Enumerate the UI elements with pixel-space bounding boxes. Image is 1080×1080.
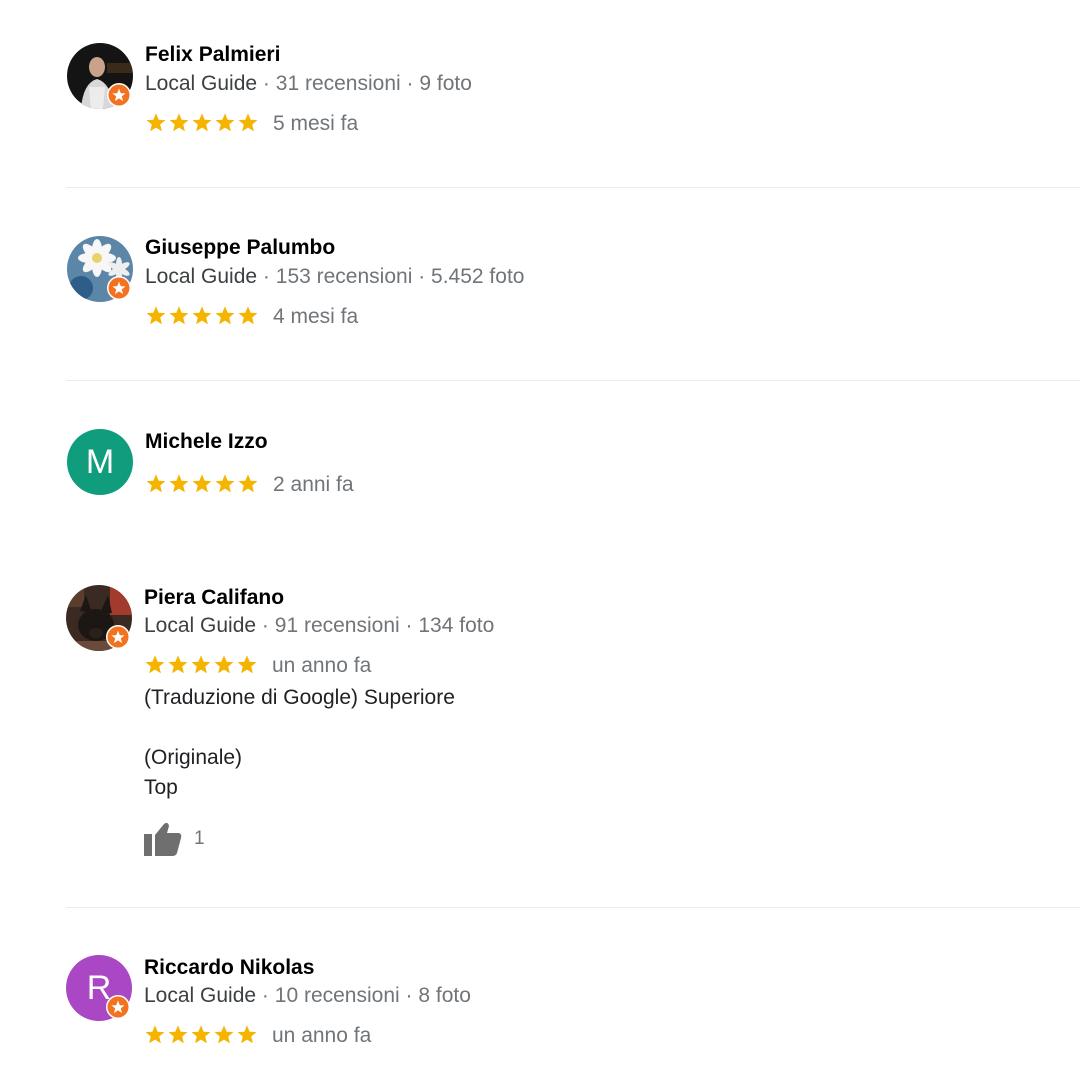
review-date: un anno fa (272, 1024, 372, 1047)
star-icon (215, 306, 235, 325)
reviewer-meta[interactable]: Local Guide · 91 recensioni · 134 foto (144, 613, 494, 639)
local-guide-badge-icon (107, 83, 131, 107)
separator-dot: · (262, 265, 270, 288)
avatar-letter[interactable]: M (67, 429, 133, 495)
star-icon (145, 655, 165, 674)
star-icon (215, 113, 235, 132)
divider (66, 380, 1080, 381)
star-icon (237, 655, 257, 674)
star-icon (237, 1025, 257, 1044)
separator-dot: · (261, 614, 269, 637)
reviewer-name[interactable]: Michele Izzo (145, 429, 268, 455)
star-icon (238, 113, 258, 132)
local-guide-label: Local Guide (145, 265, 258, 288)
review-translated-text: (Traduzione di Google) Superiore (144, 686, 455, 709)
review-count: 10 recensioni (274, 984, 400, 1007)
reviewer-name[interactable]: Giuseppe Palumbo (145, 235, 335, 261)
separator-dot: · (405, 614, 413, 637)
star-icon (168, 655, 188, 674)
star-icon (214, 1025, 234, 1044)
review-date: 4 mesi fa (273, 305, 359, 328)
star-icon (214, 655, 234, 674)
star-icon (215, 474, 235, 493)
original-label: (Originale) (144, 746, 243, 769)
separator-dot: · (406, 72, 414, 95)
star-icon (168, 1025, 188, 1044)
star-icon (146, 113, 166, 132)
local-guide-label: Local Guide (145, 72, 258, 95)
thumbs-up-icon (144, 822, 182, 856)
local-guide-badge-icon (107, 276, 131, 300)
star-icon (169, 113, 189, 132)
reviewer-name[interactable]: Felix Palmieri (145, 42, 280, 68)
separator-dot: · (418, 265, 426, 288)
local-guide-label: Local Guide (144, 614, 257, 637)
star-icon (146, 474, 166, 493)
like-button[interactable]: 1 (144, 822, 205, 856)
review-original-text: Top (144, 776, 178, 799)
star-icon (191, 1025, 211, 1044)
star-icon (192, 474, 212, 493)
star-rating (144, 652, 259, 678)
photo-count: 5.452 foto (431, 265, 525, 288)
reviewer-name[interactable]: Piera Califano (144, 585, 284, 611)
reviewer-meta[interactable]: Local Guide · 153 recensioni · 5.452 fot… (145, 264, 524, 290)
star-icon (169, 474, 189, 493)
reviewer-name[interactable]: Riccardo Nikolas (144, 955, 314, 981)
review-date: un anno fa (272, 654, 372, 677)
divider (66, 907, 1080, 908)
star-rating (145, 471, 260, 497)
local-guide-badge-icon (106, 995, 130, 1019)
photo-count: 8 foto (418, 984, 471, 1007)
star-icon (238, 474, 258, 493)
divider (66, 187, 1080, 188)
local-guide-label: Local Guide (144, 984, 257, 1007)
star-icon (169, 306, 189, 325)
star-icon (146, 306, 166, 325)
review-count: 31 recensioni (275, 72, 401, 95)
review-count: 153 recensioni (275, 265, 413, 288)
star-icon (192, 113, 212, 132)
like-count: 1 (194, 828, 205, 849)
star-icon (238, 306, 258, 325)
photo-count: 134 foto (418, 614, 495, 637)
photo-count: 9 foto (419, 72, 472, 95)
star-icon (145, 1025, 165, 1044)
review-count: 91 recensioni (274, 614, 400, 637)
star-rating (145, 303, 260, 329)
local-guide-badge-icon (106, 625, 130, 649)
separator-dot: · (261, 984, 269, 1007)
reviewer-meta[interactable]: Local Guide · 10 recensioni · 8 foto (144, 983, 471, 1009)
star-icon (191, 655, 211, 674)
separator-dot: · (262, 72, 270, 95)
separator-dot: · (405, 984, 413, 1007)
star-icon (192, 306, 212, 325)
review-date: 2 anni fa (273, 473, 354, 496)
review-date: 5 mesi fa (273, 112, 359, 135)
star-rating (145, 110, 260, 136)
star-rating (144, 1022, 259, 1048)
reviewer-meta[interactable]: Local Guide · 31 recensioni · 9 foto (145, 71, 472, 97)
